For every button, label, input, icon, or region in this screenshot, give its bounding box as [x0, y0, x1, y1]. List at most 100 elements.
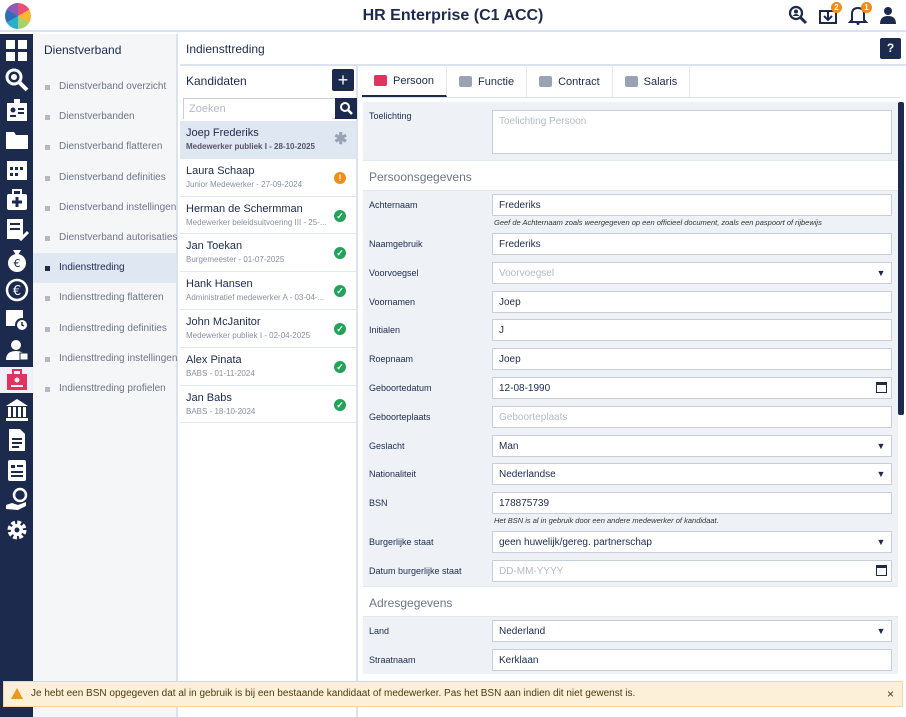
- candidate-item[interactable]: Hank Hansen Administratief medewerker A -…: [180, 272, 356, 310]
- candidate-item[interactable]: Alex Pinata BABS - 01-11-2024 ✓: [180, 348, 356, 386]
- add-candidate-button[interactable]: +: [332, 69, 354, 91]
- naamgebruik-field[interactable]: Frederiks: [492, 233, 892, 255]
- hand-coin-icon[interactable]: [4, 487, 30, 513]
- tab-label: Persoon: [393, 74, 434, 87]
- voornamen-field[interactable]: Joep: [492, 290, 892, 313]
- candidate-subtitle: Administratief medewerker A - 03-04-...: [186, 293, 325, 303]
- chevron-down-icon[interactable]: ▼: [871, 464, 891, 484]
- candidate-name: Laura Schaap: [186, 164, 255, 177]
- calendar-icon[interactable]: [876, 381, 887, 393]
- straatnaam-field[interactable]: Kerklaan: [492, 648, 892, 671]
- candidate-item[interactable]: John McJanitor Medewerker publiek I - 02-…: [180, 310, 356, 348]
- candidate-item[interactable]: Jan Babs BABS - 18-10-2024 ✓: [180, 386, 356, 424]
- submenu-item[interactable]: Indiensttreding: [33, 253, 176, 284]
- page-header: Indiensttreding ?: [180, 34, 906, 66]
- initialen-field[interactable]: J: [492, 319, 892, 342]
- chevron-down-icon[interactable]: ▼: [871, 436, 891, 456]
- candidate-subtitle: Medewerker publiek I - 28-10-2025: [186, 142, 315, 151]
- search-icon[interactable]: [4, 67, 30, 93]
- tab-persoon[interactable]: Persoon: [362, 66, 447, 97]
- svg-text:€: €: [13, 284, 21, 299]
- medical-kit-icon[interactable]: [4, 187, 30, 213]
- submenu-item[interactable]: Indiensttreding profielen: [33, 374, 176, 404]
- tab-bar: Persoon Functie Contract Salaris: [362, 66, 900, 98]
- checklist-icon[interactable]: [4, 217, 30, 243]
- scrollbar[interactable]: [898, 102, 904, 415]
- dashboard-icon[interactable]: [4, 38, 30, 64]
- submenu-item[interactable]: Dienstverband autorisaties: [33, 223, 177, 253]
- chevron-down-icon[interactable]: ▼: [871, 532, 891, 552]
- badge-icon[interactable]: [4, 97, 30, 123]
- voorvoegsel-select[interactable]: Voorvoegsel ▼: [492, 261, 892, 284]
- geboorteplaats-field[interactable]: Geboorteplaats: [492, 405, 892, 428]
- candidate-subtitle: Junior Medewerker - 27-09-2024: [186, 179, 303, 189]
- calendar-icon[interactable]: [4, 157, 30, 183]
- calendar-clock-icon[interactable]: [4, 307, 30, 333]
- tab-contract[interactable]: Contract: [527, 66, 613, 97]
- chevron-down-icon[interactable]: ▼: [871, 621, 891, 641]
- bank-icon[interactable]: [4, 397, 30, 423]
- candidate-item[interactable]: Herman de Schermman Medewerker beleidsuit…: [180, 197, 356, 235]
- user-icon[interactable]: [878, 5, 898, 25]
- inbox-icon[interactable]: 2: [818, 2, 842, 25]
- help-button[interactable]: ?: [880, 38, 901, 59]
- geslacht-value: Man: [499, 440, 519, 452]
- naamgebruik-label: Naamgebruik: [369, 239, 423, 249]
- roepnaam-field[interactable]: Joep: [492, 348, 892, 371]
- voornamen-label: Voornamen: [369, 296, 416, 307]
- submenu-item[interactable]: Dienstverbanden: [33, 102, 176, 132]
- candidate-item[interactable]: Laura Schaap Junior Medewerker - 27-09-20…: [180, 159, 356, 197]
- tab-salaris[interactable]: Salaris: [613, 66, 691, 97]
- submenu-item[interactable]: Dienstverband flatteren: [33, 132, 176, 162]
- section-adresgegevens: Adresgegevens: [363, 585, 898, 617]
- candidate-subtitle: BABS - 18-10-2024: [186, 406, 256, 416]
- candidate-item[interactable]: Jan Toekan Burgemeester - 01-07-2025 ✓: [180, 234, 356, 273]
- asterisk-icon: ✱: [334, 131, 348, 148]
- document-icon[interactable]: [4, 427, 30, 453]
- close-icon[interactable]: ×: [887, 687, 894, 701]
- report-icon[interactable]: [4, 457, 30, 483]
- employment-icon[interactable]: [0, 367, 33, 393]
- person-card-icon[interactable]: [4, 337, 30, 363]
- search-input[interactable]: [184, 99, 332, 119]
- candidate-item[interactable]: Joep Frederiks Medewerker publiek I - 28-…: [180, 121, 356, 159]
- submenu-item[interactable]: Indiensttreding definities: [33, 314, 176, 344]
- toelichting-field[interactable]: Toelichting Persoon: [492, 110, 892, 154]
- euro-icon[interactable]: €: [4, 277, 30, 303]
- svg-text:€: €: [14, 257, 21, 270]
- submenu-item[interactable]: Dienstverband definities: [33, 163, 176, 193]
- bsn-warning-alert: Je hebt een BSN opgegeven dat al in gebr…: [3, 681, 903, 707]
- folder-icon[interactable]: [4, 127, 30, 153]
- tab-label: Salaris: [643, 75, 678, 88]
- search-button[interactable]: [335, 98, 357, 119]
- geboorteplaats-label: Geboorteplaats: [369, 411, 431, 422]
- geslacht-select[interactable]: Man ▼: [492, 434, 892, 457]
- toelichting-label: Toelichting: [369, 111, 412, 121]
- land-select[interactable]: Nederland ▼: [492, 619, 892, 642]
- geboorteplaats-row: Geboorteplaats Geboorteplaats: [363, 402, 898, 432]
- calendar-icon[interactable]: [876, 564, 887, 576]
- chevron-down-icon[interactable]: ▼: [871, 263, 891, 283]
- submenu: Dienstverband Dienstverband overzicht Die…: [33, 34, 178, 717]
- submenu-item[interactable]: Dienstverband instellingen: [33, 193, 176, 223]
- achternaam-field[interactable]: Frederiks: [492, 194, 892, 216]
- submenu-item[interactable]: Dienstverband overzicht: [33, 72, 176, 102]
- submenu-item[interactable]: Indiensttreding instellingen: [33, 344, 177, 374]
- bsn-field[interactable]: 178875739: [492, 492, 892, 515]
- money-bag-icon[interactable]: €: [4, 247, 30, 273]
- bell-icon[interactable]: 1: [847, 2, 872, 25]
- nationaliteit-select[interactable]: Nederlandse ▼: [492, 463, 892, 486]
- datum-burgerlijke-staat-field[interactable]: DD-MM-YYYY: [492, 559, 892, 582]
- land-row: Land Nederland ▼: [363, 616, 898, 646]
- gear-icon[interactable]: [4, 517, 30, 543]
- geboortedatum-field[interactable]: 12-08-1990: [492, 376, 892, 399]
- burgerlijke-staat-select[interactable]: geen huwelijk/gereg. partnerschap ▼: [492, 531, 892, 554]
- candidate-name: Hank Hansen: [186, 278, 253, 291]
- geboortedatum-row: Geboortedatum 12-08-1990: [363, 373, 898, 403]
- geboortedatum-value: 12-08-1990: [499, 382, 551, 394]
- achternaam-row: Achternaam Frederiks Geef de Achternaam …: [363, 191, 898, 230]
- straatnaam-row: Straatnaam Kerklaan: [363, 645, 898, 675]
- submenu-item[interactable]: Indiensttreding flatteren: [33, 283, 176, 313]
- search-user-icon[interactable]: [788, 5, 808, 25]
- tab-functie[interactable]: Functie: [447, 66, 528, 97]
